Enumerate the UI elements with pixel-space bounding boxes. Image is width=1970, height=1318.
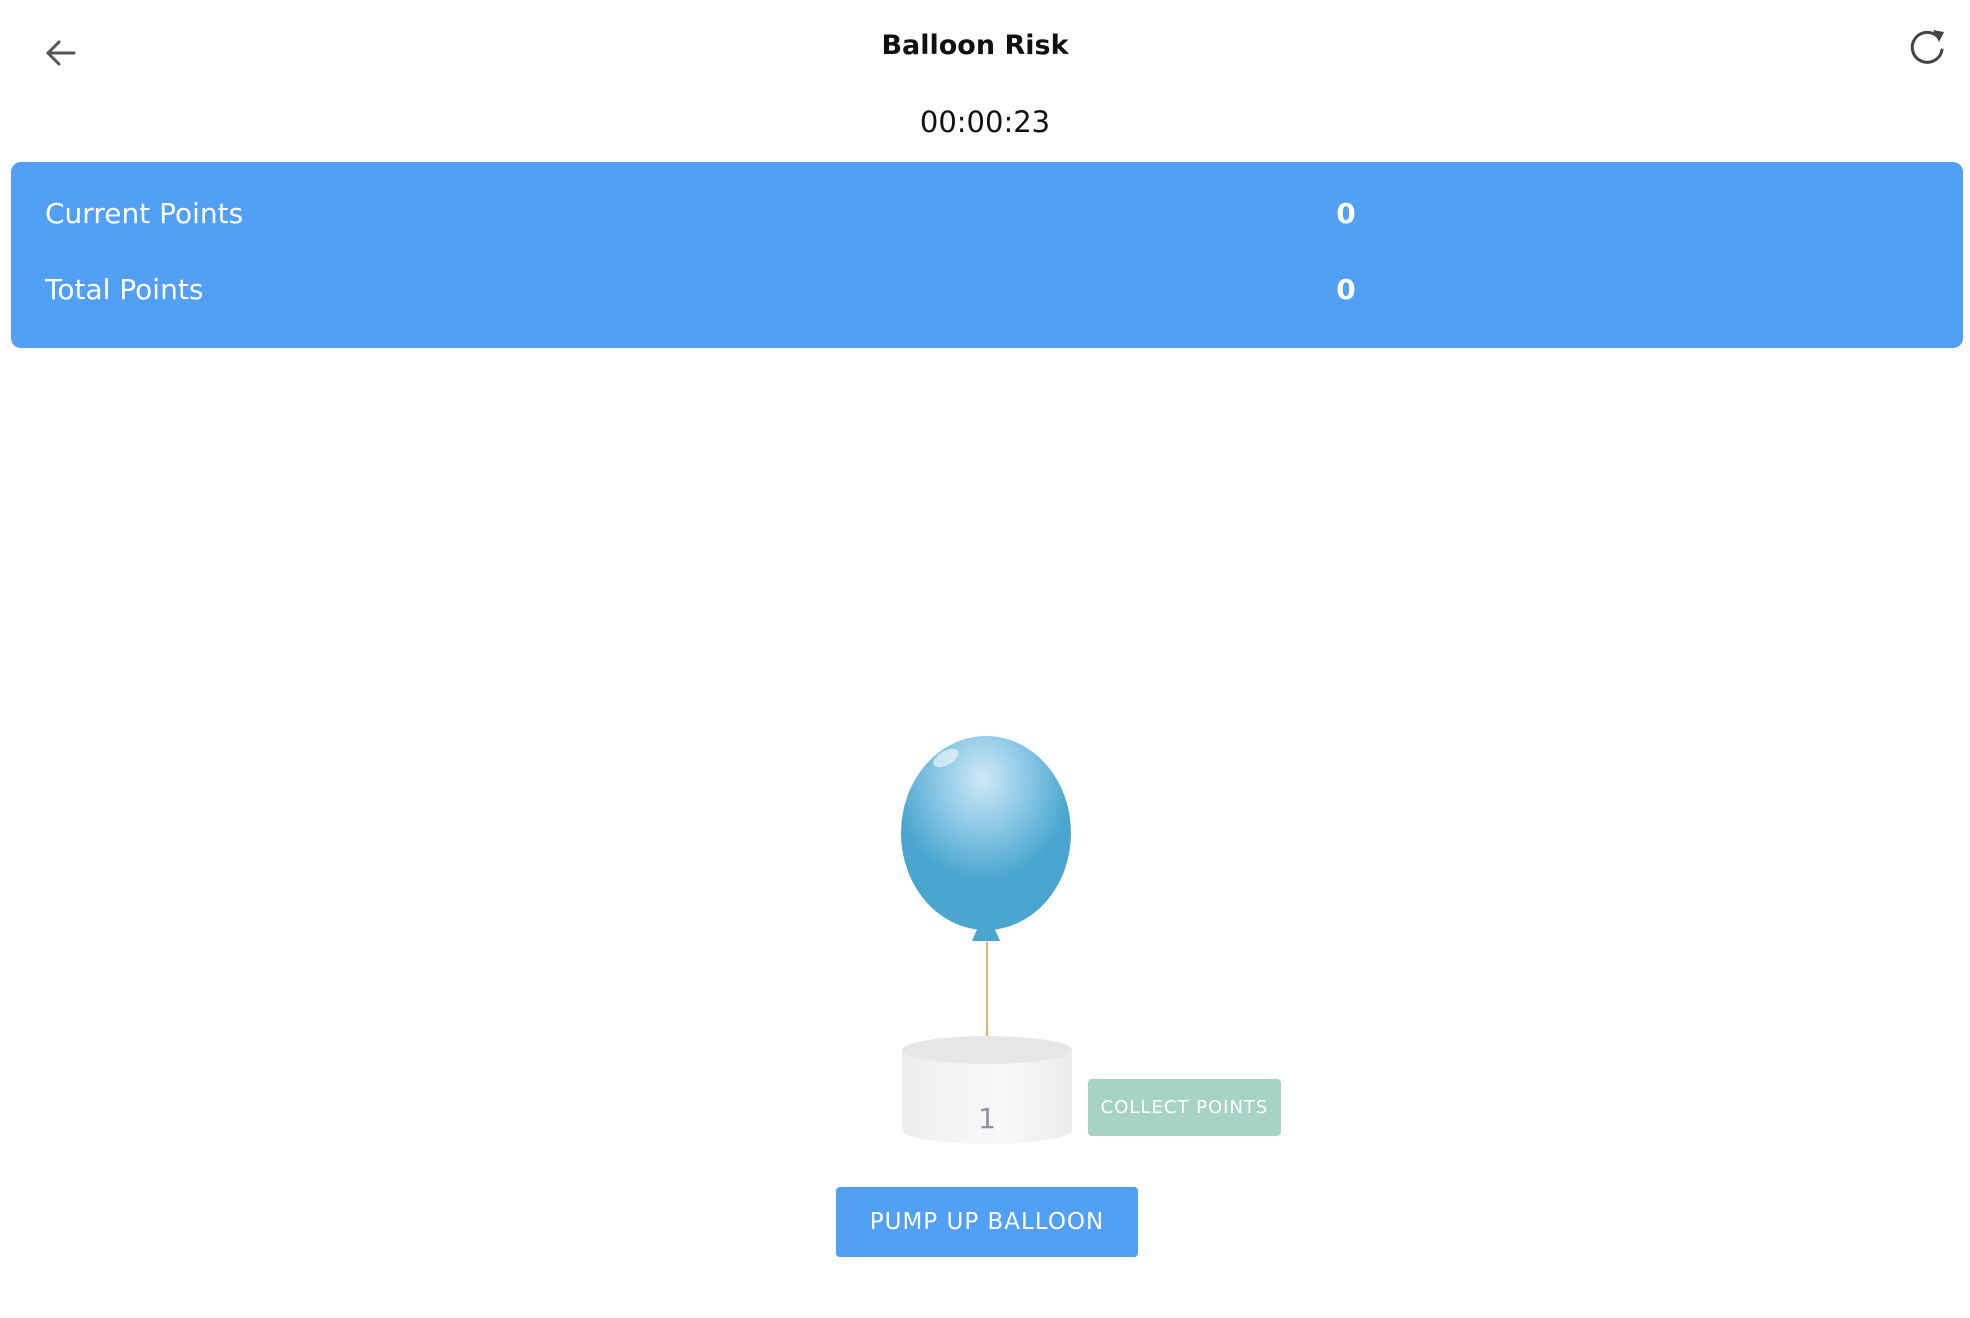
score-panel: Current Points 0 Total Points 0 bbox=[11, 162, 1963, 348]
current-points-value: 0 bbox=[1336, 197, 1356, 230]
total-points-row: Total Points 0 bbox=[11, 273, 1963, 313]
page-title: Balloon Risk bbox=[881, 30, 1069, 61]
balloon-icon bbox=[901, 736, 1071, 941]
total-points-value: 0 bbox=[1336, 273, 1356, 306]
balloon[interactable] bbox=[898, 733, 1074, 943]
pedestal-top bbox=[902, 1036, 1072, 1064]
balloon-string bbox=[986, 942, 988, 1042]
pump-up-balloon-button[interactable]: PUMP UP BALLOON bbox=[836, 1187, 1138, 1257]
collect-points-button[interactable]: COLLECT POINTS bbox=[1088, 1079, 1281, 1136]
pump-count: 1 bbox=[978, 1102, 996, 1135]
current-points-row: Current Points 0 bbox=[11, 197, 1963, 237]
reload-button[interactable] bbox=[1906, 26, 1948, 68]
balloon-risk-screen: Balloon Risk 00:00:23 Current Points 0 T… bbox=[0, 0, 1970, 1318]
total-points-label: Total Points bbox=[45, 273, 204, 306]
pump-counter-pedestal: 1 bbox=[902, 1036, 1072, 1158]
game-timer: 00:00:23 bbox=[919, 105, 1051, 139]
current-points-label: Current Points bbox=[45, 197, 244, 230]
reload-icon bbox=[1910, 30, 1944, 64]
